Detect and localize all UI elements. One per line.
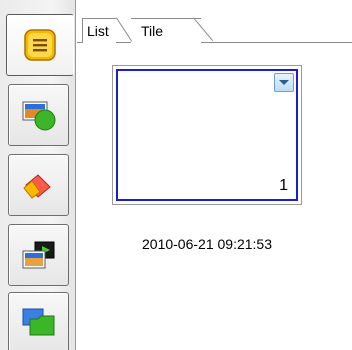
tab-list[interactable]: List: [82, 18, 116, 43]
page-thumbnail[interactable]: 1: [112, 65, 302, 205]
category-folders-button[interactable]: [8, 292, 69, 350]
eraser-icon: [22, 174, 51, 199]
category-eraser-button[interactable]: [8, 154, 69, 216]
tab-list-edge: [82, 18, 83, 43]
thumbnail-page-number: 1: [279, 177, 288, 194]
category-notepad-button[interactable]: [6, 14, 74, 76]
tab-tile-label: Tile: [141, 23, 164, 39]
thumbnail-selection-frame: 1: [116, 69, 298, 201]
notepad-icon: [24, 29, 56, 61]
tab-underline: [77, 42, 352, 43]
thumbnail-timestamp: 2010-06-21 09:21:53: [142, 236, 272, 252]
image-circle-icon: [22, 101, 55, 131]
tab-list-label: List: [87, 23, 109, 39]
thumbnail-dropdown-button[interactable]: [274, 73, 294, 92]
folder-share-icon: [22, 308, 54, 336]
tab-tile[interactable]: Tile: [131, 18, 201, 43]
photo-video-icon: [22, 241, 54, 269]
category-sidebar: [0, 0, 76, 350]
chevron-down-icon: [279, 80, 289, 85]
category-media-button[interactable]: [8, 224, 69, 286]
category-shapes-button[interactable]: [8, 84, 69, 146]
